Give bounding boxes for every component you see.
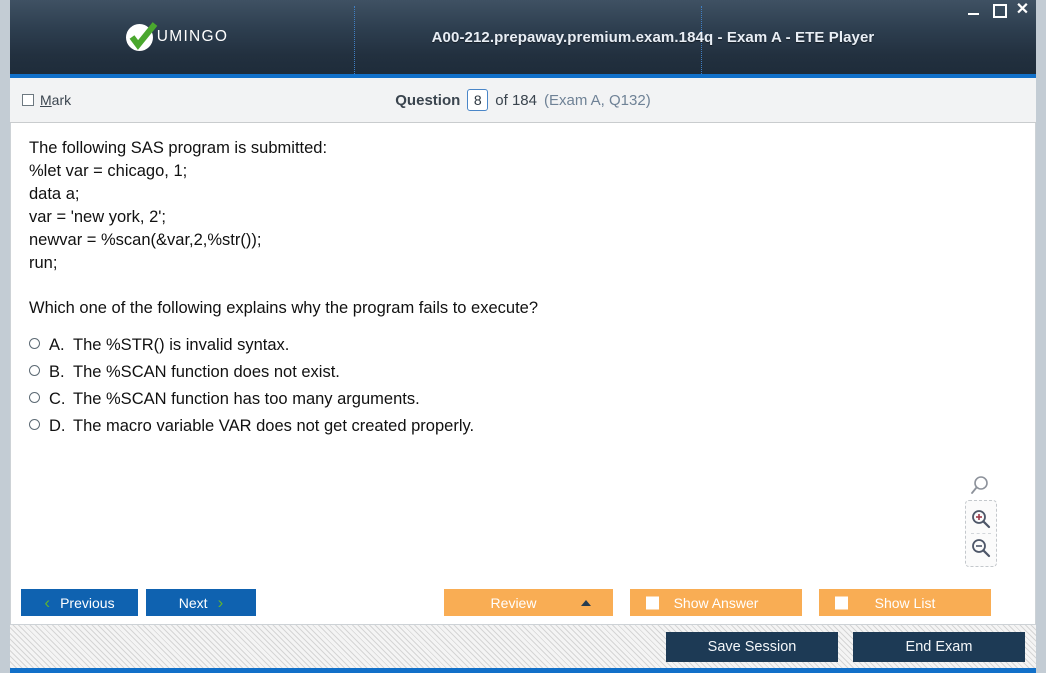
mark-label-rest: ark: [51, 92, 72, 108]
question-total: of 184: [495, 91, 537, 109]
app-logo: UMINGO: [10, 0, 354, 74]
status-bar: Save Session End Exam: [10, 625, 1036, 673]
answer-option-d[interactable]: D. The macro variable VAR does not get c…: [29, 413, 1035, 440]
next-button-label: Next: [178, 594, 208, 611]
exam-reference: (Exam A, Q132): [544, 91, 651, 109]
answer-option-a[interactable]: A. The %STR() is invalid syntax.: [29, 332, 1035, 359]
question-number-input[interactable]: 8: [467, 89, 489, 111]
option-letter: A.: [49, 336, 65, 354]
show-list-button[interactable]: Show List: [819, 589, 991, 616]
option-text: The %SCAN function does not exist.: [73, 363, 340, 381]
ete-player-window: UMINGO A00-212.prepaway.premium.exam.184…: [0, 0, 1046, 673]
question-counter: Question 8 of 184 (Exam A, Q132): [10, 89, 1036, 111]
chevron-left-icon: ‹: [44, 593, 51, 612]
code-line: %let var = chicago, 1;: [29, 162, 188, 180]
question-body: The following SAS program is submitted: …: [11, 123, 1035, 440]
chevron-right-icon: ›: [217, 593, 224, 612]
option-letter: D.: [49, 417, 66, 435]
checkbox-square-icon: [835, 596, 848, 609]
zoom-tool-panel: [965, 500, 997, 567]
code-line: var = 'new york, 2';: [29, 208, 166, 226]
previous-button[interactable]: ‹ Previous: [21, 589, 138, 616]
minimize-icon[interactable]: [967, 2, 982, 17]
zoom-out-icon[interactable]: [966, 534, 996, 562]
brand-text: UMINGO: [156, 28, 229, 45]
code-line: run;: [29, 254, 58, 272]
action-button-bar: ‹ Previous Next › Review Show Answer Sho…: [10, 581, 1036, 625]
radio-icon[interactable]: [29, 338, 40, 349]
maximize-icon[interactable]: [991, 2, 1007, 18]
close-icon[interactable]: ✕: [1015, 1, 1030, 17]
mark-accel: M: [40, 92, 52, 108]
code-line: newvar = %scan(&var,2,%str());: [29, 231, 262, 249]
answer-option-c[interactable]: C. The %SCAN function has too many argum…: [29, 386, 1035, 413]
save-session-button[interactable]: Save Session: [666, 631, 838, 662]
title-bar: UMINGO A00-212.prepaway.premium.exam.184…: [10, 0, 1036, 78]
zoom-in-icon[interactable]: [966, 505, 996, 533]
code-line: The following SAS program is submitted:: [29, 139, 328, 157]
option-text: The macro variable VAR does not get crea…: [73, 417, 475, 435]
option-text: The %STR() is invalid syntax.: [73, 336, 290, 354]
review-button[interactable]: Review: [444, 589, 613, 616]
answer-option-b[interactable]: B. The %SCAN function does not exist.: [29, 359, 1035, 386]
code-line: data a;: [29, 185, 80, 203]
question-header-bar: Mark Question 8 of 184 (Exam A, Q132): [10, 78, 1036, 123]
next-button[interactable]: Next ›: [146, 589, 256, 616]
review-button-label: Review: [490, 594, 537, 611]
vumingo-check-icon: [124, 19, 160, 55]
question-content-area: The following SAS program is submitted: …: [10, 123, 1036, 581]
show-answer-button-label: Show Answer: [673, 594, 759, 611]
option-letter: C.: [49, 390, 66, 408]
magnifier-icon[interactable]: [969, 475, 991, 502]
end-exam-button[interactable]: End Exam: [853, 631, 1025, 662]
mark-label: Mark: [40, 92, 71, 108]
radio-icon[interactable]: [29, 392, 40, 403]
mark-checkbox[interactable]: Mark: [22, 92, 71, 108]
checkbox-square-icon: [646, 596, 659, 609]
question-word: Question: [395, 91, 461, 109]
window-controls: ✕: [967, 1, 1030, 18]
previous-button-label: Previous: [60, 594, 115, 611]
answer-options: A. The %STR() is invalid syntax. B. The …: [29, 332, 1035, 440]
window-title: A00-212.prepaway.premium.exam.184q - Exa…: [431, 28, 875, 46]
mark-checkbox-box[interactable]: [22, 94, 34, 106]
radio-icon[interactable]: [29, 419, 40, 430]
question-prompt: Which one of the following explains why …: [29, 299, 539, 317]
show-list-button-label: Show List: [874, 594, 936, 611]
option-letter: B.: [49, 363, 65, 381]
show-answer-button[interactable]: Show Answer: [630, 589, 802, 616]
radio-icon[interactable]: [29, 365, 40, 376]
option-text: The %SCAN function has too many argument…: [73, 390, 420, 408]
chevron-up-icon: [581, 599, 591, 606]
